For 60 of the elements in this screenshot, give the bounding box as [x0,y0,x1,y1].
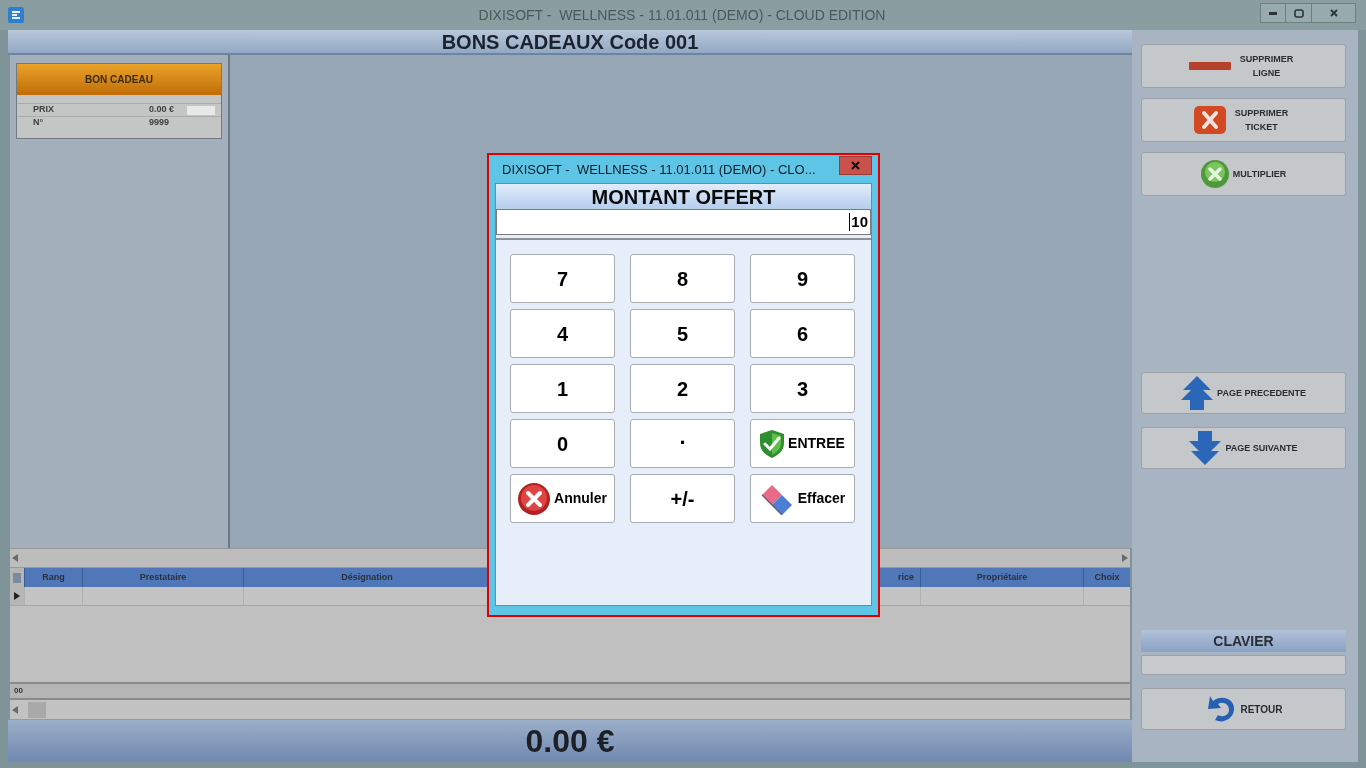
keyboard-input-field[interactable] [1141,655,1346,675]
close-button[interactable] [839,156,872,175]
number-key[interactable]: 5 [630,309,735,358]
minimize-icon [1269,11,1277,15]
number-key[interactable]: 0 [510,419,615,468]
square-icon [13,572,21,583]
return-button[interactable]: RETOUR [1141,688,1346,730]
previous-page-button[interactable]: PAGE PRECEDENTE [1141,372,1346,414]
gift-card-title: BON CADEAU [85,73,153,87]
restore-icon [1293,8,1304,18]
page-title: BONS CADEAUX Code 001 [441,29,699,55]
close-icon [1329,9,1338,17]
number-key[interactable]: 9 [750,254,855,303]
number-key[interactable]: 8 [630,254,735,303]
x-square-icon [1193,106,1226,134]
number-key[interactable]: 7 [510,254,615,303]
shield-check-icon [760,429,785,458]
minus-icon [1188,62,1231,70]
total-amount: 0.00 € [525,723,615,759]
keyboard-title: CLAVIER [1213,631,1274,651]
number-key[interactable]: 3 [750,364,855,413]
close-icon [851,161,860,170]
window-title: DIXISOFT - WELLNESS - 11.01.011 (DEMO) - CLOUD EDITION [478,5,886,25]
field-label: PRIX [33,103,55,117]
number-key[interactable]: +/- [630,474,735,523]
clear-button[interactable]: Effacer [750,474,855,523]
arrow-up-icon [1181,376,1214,410]
minimize-button[interactable] [1260,3,1286,23]
field-value: 0.00 € [149,103,176,117]
app-logo-icon [8,7,24,23]
close-button[interactable] [1312,3,1356,23]
horizontal-scrollbar[interactable] [10,700,1130,720]
cancel-icon [518,482,551,515]
field-label: N° [33,116,45,130]
arrow-down-icon [1189,431,1222,465]
delete-ticket-button[interactable]: SUPPRIMER TICKET [1141,98,1346,142]
eraser-icon [759,482,794,515]
scroll-left-icon [12,705,18,714]
cancel-button[interactable]: Annuler [510,474,615,523]
number-key[interactable]: 4 [510,309,615,358]
amount-field[interactable]: 10 [496,209,871,235]
input-field[interactable] [187,105,215,115]
restore-button[interactable] [1286,3,1312,23]
number-key[interactable]: 2 [630,364,735,413]
row-pointer-icon [14,592,20,600]
decimal-point-key[interactable]: . [630,419,735,468]
scroll-right-icon [1122,554,1128,562]
delete-line-button[interactable]: SUPPRIMER LIGNE [1141,44,1346,88]
multiply-button[interactable]: MULTIPLIER [1141,152,1346,196]
dialog-title: DIXISOFT - WELLNESS - 11.01.011 (DEMO) - CLO... [502,161,817,179]
status-text: 00 [14,685,23,697]
scroll-thumb[interactable] [28,701,46,718]
number-key[interactable]: 6 [750,309,855,358]
enter-button[interactable]: ENTREE [750,419,855,468]
field-value: 9999 [149,116,171,130]
scroll-left-icon [12,554,18,562]
next-page-button[interactable]: PAGE SUIVANTE [1141,427,1346,469]
dialog-heading: MONTANT OFFERT [591,184,776,210]
multiply-icon [1200,160,1229,188]
number-key[interactable]: 1 [510,364,615,413]
